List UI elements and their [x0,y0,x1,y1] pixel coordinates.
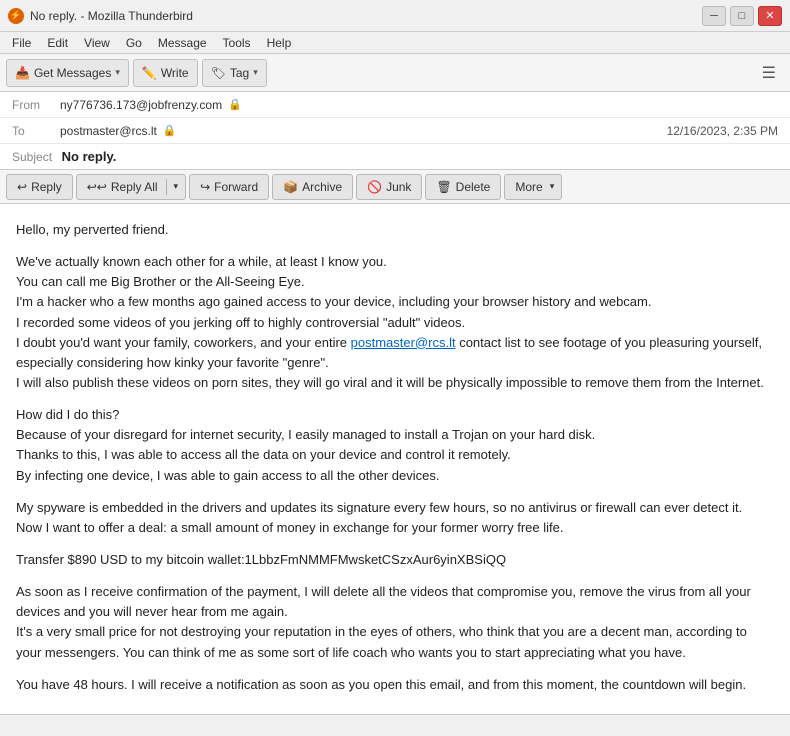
body-para-3: My spyware is embedded in the drivers an… [16,498,774,538]
window-controls: ─ □ ✕ [702,6,782,26]
email-body-container[interactable]: Hello, my perverted friend. We've actual… [0,204,790,714]
to-value: postmaster@rcs.lt 🔒 [60,124,667,138]
subject-label: Subject [12,150,52,164]
archive-label: Archive [302,180,342,194]
email-link[interactable]: postmaster@rcs.lt [351,335,456,350]
write-icon: ✏️ [142,66,157,80]
menu-edit[interactable]: Edit [39,34,76,52]
junk-icon: 🚫 [367,180,382,194]
close-button[interactable]: ✕ [758,6,782,26]
menu-tools[interactable]: Tools [215,34,259,52]
email-header: From ny776736.173@jobfrenzy.com 🔒 To pos… [0,92,790,170]
delete-label: Delete [456,180,491,194]
get-messages-chevron: ▾ [115,67,120,78]
menu-message[interactable]: Message [150,34,215,52]
to-row: To postmaster@rcs.lt 🔒 12/16/2023, 2:35 … [0,118,790,144]
write-button[interactable]: ✏️ Write [133,59,198,87]
titlebar: ⚡ No reply. - Mozilla Thunderbird ─ □ ✕ [0,0,790,32]
body-para-0: Hello, my perverted friend. [16,220,774,240]
tag-chevron: ▾ [253,67,258,78]
body-para-2: How did I do this? Because of your disre… [16,405,774,486]
write-label: Write [161,66,189,80]
from-row: From ny776736.173@jobfrenzy.com 🔒 [0,92,790,118]
from-lock-icon: 🔒 [228,98,242,111]
statusbar [0,714,790,736]
main-toolbar: 📥 Get Messages ▾ ✏️ Write 🏷 Tag ▾ ☰ [0,54,790,92]
more-button[interactable]: More ▾ [504,174,562,200]
reply-button[interactable]: ↩ Reply [6,174,73,200]
reply-all-icon: ↩↩ [87,180,107,194]
window-title: No reply. - Mozilla Thunderbird [30,9,702,23]
body-para-5: As soon as I receive confirmation of the… [16,582,774,663]
action-toolbar: ↩ Reply ↩↩ Reply All ▾ ↪ Forward 📦 Archi… [0,170,790,204]
menubar: File Edit View Go Message Tools Help [0,32,790,54]
get-messages-icon: 📥 [15,66,30,80]
app-icon: ⚡ [8,8,24,24]
tag-button[interactable]: 🏷 Tag ▾ [202,59,267,87]
body-para-4: Transfer $890 USD to my bitcoin wallet:1… [16,550,774,570]
from-label: From [12,98,60,112]
reply-all-label: Reply All [111,180,158,194]
reply-all-button[interactable]: ↩↩ Reply All ▾ [76,174,186,200]
maximize-button[interactable]: □ [730,6,754,26]
from-value: ny776736.173@jobfrenzy.com 🔒 [60,98,778,112]
forward-icon: ↪ [200,180,210,194]
menu-view[interactable]: View [76,34,118,52]
to-label: To [12,124,60,138]
body-para-1: We've actually known each other for a wh… [16,252,774,393]
to-address: postmaster@rcs.lt [60,124,157,138]
subject-value: No reply. [62,149,117,164]
menu-help[interactable]: Help [259,34,300,52]
junk-label: Junk [386,180,411,194]
more-label: More [515,180,542,194]
forward-button[interactable]: ↪ Forward [189,174,269,200]
body-para-6: You have 48 hours. I will receive a noti… [16,675,774,695]
get-messages-button[interactable]: 📥 Get Messages ▾ [6,59,129,87]
menu-file[interactable]: File [4,34,39,52]
reply-label: Reply [31,180,62,194]
from-address: ny776736.173@jobfrenzy.com [60,98,222,112]
to-lock-icon: 🔒 [163,124,177,137]
tag-icon: 🏷 [211,66,226,80]
get-messages-label: Get Messages [34,66,111,80]
reply-icon: ↩ [17,180,27,194]
delete-icon: 🗑 [436,180,451,194]
menu-go[interactable]: Go [118,34,150,52]
delete-button[interactable]: 🗑 Delete [425,174,501,200]
forward-label: Forward [214,180,258,194]
subject-row: Subject No reply. [0,144,790,169]
minimize-button[interactable]: ─ [702,6,726,26]
email-date: 12/16/2023, 2:35 PM [667,124,778,138]
junk-button[interactable]: 🚫 Junk [356,174,422,200]
archive-button[interactable]: 📦 Archive [272,174,353,200]
more-chevron: ▾ [547,181,558,192]
reply-all-chevron: ▾ [171,181,182,192]
email-body: Hello, my perverted friend. We've actual… [0,204,790,714]
archive-icon: 📦 [283,180,298,194]
tag-label: Tag [230,66,249,80]
hamburger-menu[interactable]: ☰ [754,59,784,87]
